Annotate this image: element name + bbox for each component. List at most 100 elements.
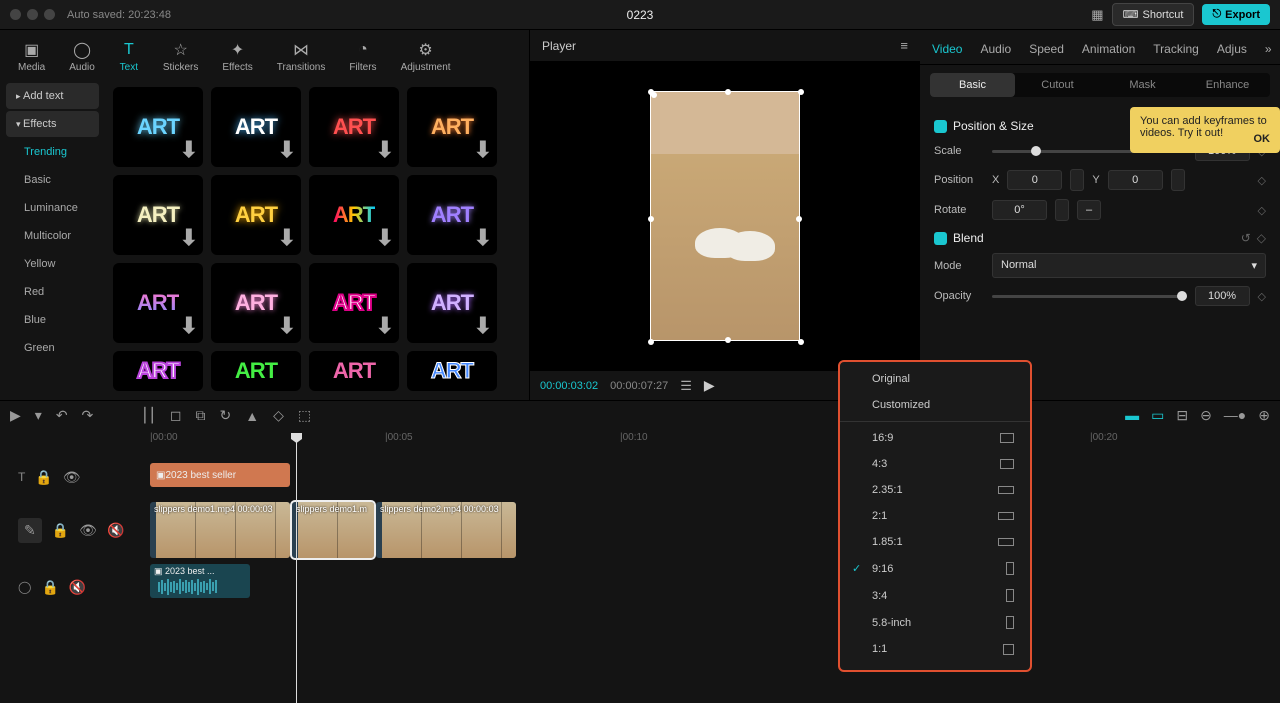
dropdown-icon[interactable]: ▾ — [35, 407, 42, 424]
sidebar-red[interactable]: Red — [6, 279, 99, 305]
selection-tool-icon[interactable]: ▶ — [10, 407, 21, 424]
lock-icon[interactable]: 🔒 — [35, 469, 52, 486]
video-frame[interactable] — [650, 91, 800, 341]
ratio-16-9[interactable]: 16:9 — [840, 425, 1030, 451]
rotate-input[interactable]: 0° — [992, 200, 1047, 220]
ratio-185-1[interactable]: 1.85:1 — [840, 529, 1030, 555]
x-stepper[interactable] — [1070, 169, 1084, 191]
art-preset[interactable]: ART⬇ — [309, 87, 399, 167]
sidebar-yellow[interactable]: Yellow — [6, 251, 99, 277]
rotate-dial[interactable]: – — [1077, 200, 1101, 220]
rtab-animation[interactable]: Animation — [1080, 38, 1137, 64]
tab-filters[interactable]: ◔Filters — [341, 36, 384, 77]
ratio-3-4[interactable]: 3:4 — [840, 582, 1030, 609]
rtab-audio[interactable]: Audio — [978, 38, 1013, 64]
copy-icon[interactable]: ⧉ — [196, 407, 206, 424]
crop-icon[interactable]: ◻ — [170, 407, 182, 424]
keyframe-icon[interactable]: ◇ — [1257, 231, 1266, 245]
tab-adjustment[interactable]: ⚙Adjustment — [393, 36, 459, 77]
video-clip-1-selected[interactable]: slippers demo1.m — [292, 502, 374, 558]
keyframe-icon[interactable]: ◇ — [1258, 204, 1266, 217]
blend-checkbox[interactable] — [934, 232, 947, 245]
lock-icon[interactable]: 🔒 — [41, 579, 58, 596]
sidebar-luminance[interactable]: Luminance — [6, 195, 99, 221]
tab-audio[interactable]: ◯Audio — [61, 36, 103, 77]
time-ruler[interactable]: |00:00 |00:05 |00:10 |00:20 — [0, 430, 1280, 448]
subtab-cutout[interactable]: Cutout — [1015, 73, 1100, 97]
art-preset[interactable]: ART — [113, 351, 203, 391]
reverse-icon[interactable]: ↻ — [220, 407, 232, 424]
opacity-slider[interactable] — [992, 295, 1187, 298]
mirror-icon[interactable]: ▲ — [245, 408, 259, 424]
track-tool-icon[interactable]: ▬ — [1125, 407, 1139, 424]
audio-clip[interactable]: ▣ 2023 best ... — [150, 564, 250, 598]
tooltip-ok-button[interactable]: OK — [1254, 133, 1271, 145]
sidebar-multicolor[interactable]: Multicolor — [6, 223, 99, 249]
zoom-slider[interactable]: —● — [1224, 407, 1246, 424]
art-preset[interactable]: ART⬇ — [407, 175, 497, 255]
align-icon[interactable]: ⊟ — [1176, 407, 1188, 424]
text-clip[interactable]: ▣ 2023 best seller — [150, 463, 290, 487]
ratio-4-3[interactable]: 4:3 — [840, 451, 1030, 477]
art-preset[interactable]: ART⬇ — [309, 263, 399, 343]
sidebar-green[interactable]: Green — [6, 335, 99, 361]
art-preset[interactable]: ART⬇ — [113, 263, 203, 343]
shortcut-button[interactable]: ⌨ Shortcut — [1112, 3, 1195, 26]
player-menu-icon[interactable]: ≡ — [900, 38, 908, 53]
opacity-value[interactable]: 100% — [1195, 286, 1250, 306]
keyframe-icon[interactable]: ◇ — [1258, 174, 1266, 187]
rtab-speed[interactable]: Speed — [1027, 38, 1066, 64]
art-preset[interactable]: ART — [407, 351, 497, 391]
subtab-basic[interactable]: Basic — [930, 73, 1015, 97]
position-x-input[interactable]: 0 — [1007, 170, 1062, 190]
tab-stickers[interactable]: ☆Stickers — [155, 36, 207, 77]
tab-text[interactable]: TText — [111, 36, 147, 77]
position-size-checkbox[interactable] — [934, 120, 947, 133]
tab-effects[interactable]: ✦Effects — [214, 36, 260, 77]
sidebar-blue[interactable]: Blue — [6, 307, 99, 333]
mute-icon[interactable]: 🔇 — [69, 579, 86, 596]
rtab-more[interactable]: » — [1263, 38, 1274, 64]
y-stepper[interactable] — [1171, 169, 1185, 191]
play-button[interactable]: ▶ — [704, 377, 715, 394]
art-preset[interactable]: ART⬇ — [113, 175, 203, 255]
keyframe-icon[interactable]: ◇ — [1258, 290, 1266, 303]
art-preset[interactable]: ART⬇ — [211, 263, 301, 343]
art-preset[interactable]: ART⬇ — [407, 87, 497, 167]
video-clip-2[interactable]: slippers demo2.mp4 00:00:03 — [376, 502, 516, 558]
rtab-tracking[interactable]: Tracking — [1151, 38, 1201, 64]
list-icon[interactable]: ☰ — [680, 378, 692, 394]
sidebar-effects[interactable]: Effects — [6, 111, 99, 137]
art-preset[interactable]: ART⬇ — [211, 87, 301, 167]
preview-canvas[interactable] — [530, 61, 920, 371]
reset-icon[interactable]: ↺ — [1241, 231, 1251, 245]
ratio-2-1[interactable]: 2:1 — [840, 503, 1030, 529]
art-preset[interactable]: ART⬇ — [113, 87, 203, 167]
tab-transitions[interactable]: ⋈Transitions — [269, 36, 334, 77]
sidebar-basic[interactable]: Basic — [6, 167, 99, 193]
crop2-icon[interactable]: ⬚ — [298, 407, 311, 424]
redo-icon[interactable]: ↷ — [82, 407, 94, 424]
sidebar-trending[interactable]: Trending — [6, 139, 99, 165]
rtab-video[interactable]: Video — [930, 38, 964, 64]
art-preset[interactable]: ART⬇ — [309, 175, 399, 255]
edit-icon[interactable]: ✎ — [18, 518, 42, 543]
blend-mode-select[interactable]: Normal▾ — [992, 253, 1266, 278]
zoom-fit-icon[interactable]: ⊕ — [1258, 407, 1270, 424]
ratio-9-16[interactable]: 9:16 — [840, 555, 1030, 582]
rotate-icon[interactable]: ◇ — [273, 407, 284, 424]
lock-icon[interactable]: 🔒 — [52, 522, 69, 539]
visibility-icon[interactable]: 👁 — [79, 522, 97, 539]
layout-icon[interactable]: ▦ — [1091, 7, 1103, 23]
playhead[interactable] — [296, 441, 297, 703]
art-preset[interactable]: ART — [211, 351, 301, 391]
rotate-stepper[interactable] — [1055, 199, 1069, 221]
undo-icon[interactable]: ↶ — [56, 407, 68, 424]
visibility-icon[interactable]: 👁 — [63, 469, 81, 486]
split-icon[interactable]: ⎮⎮ — [141, 407, 156, 424]
art-preset[interactable]: ART — [309, 351, 399, 391]
ratio-original[interactable]: Original — [840, 366, 1030, 392]
ratio-235-1[interactable]: 2.35:1 — [840, 477, 1030, 503]
ratio-58-inch[interactable]: 5.8-inch — [840, 609, 1030, 636]
ratio-1-1[interactable]: 1:1 — [840, 636, 1030, 662]
